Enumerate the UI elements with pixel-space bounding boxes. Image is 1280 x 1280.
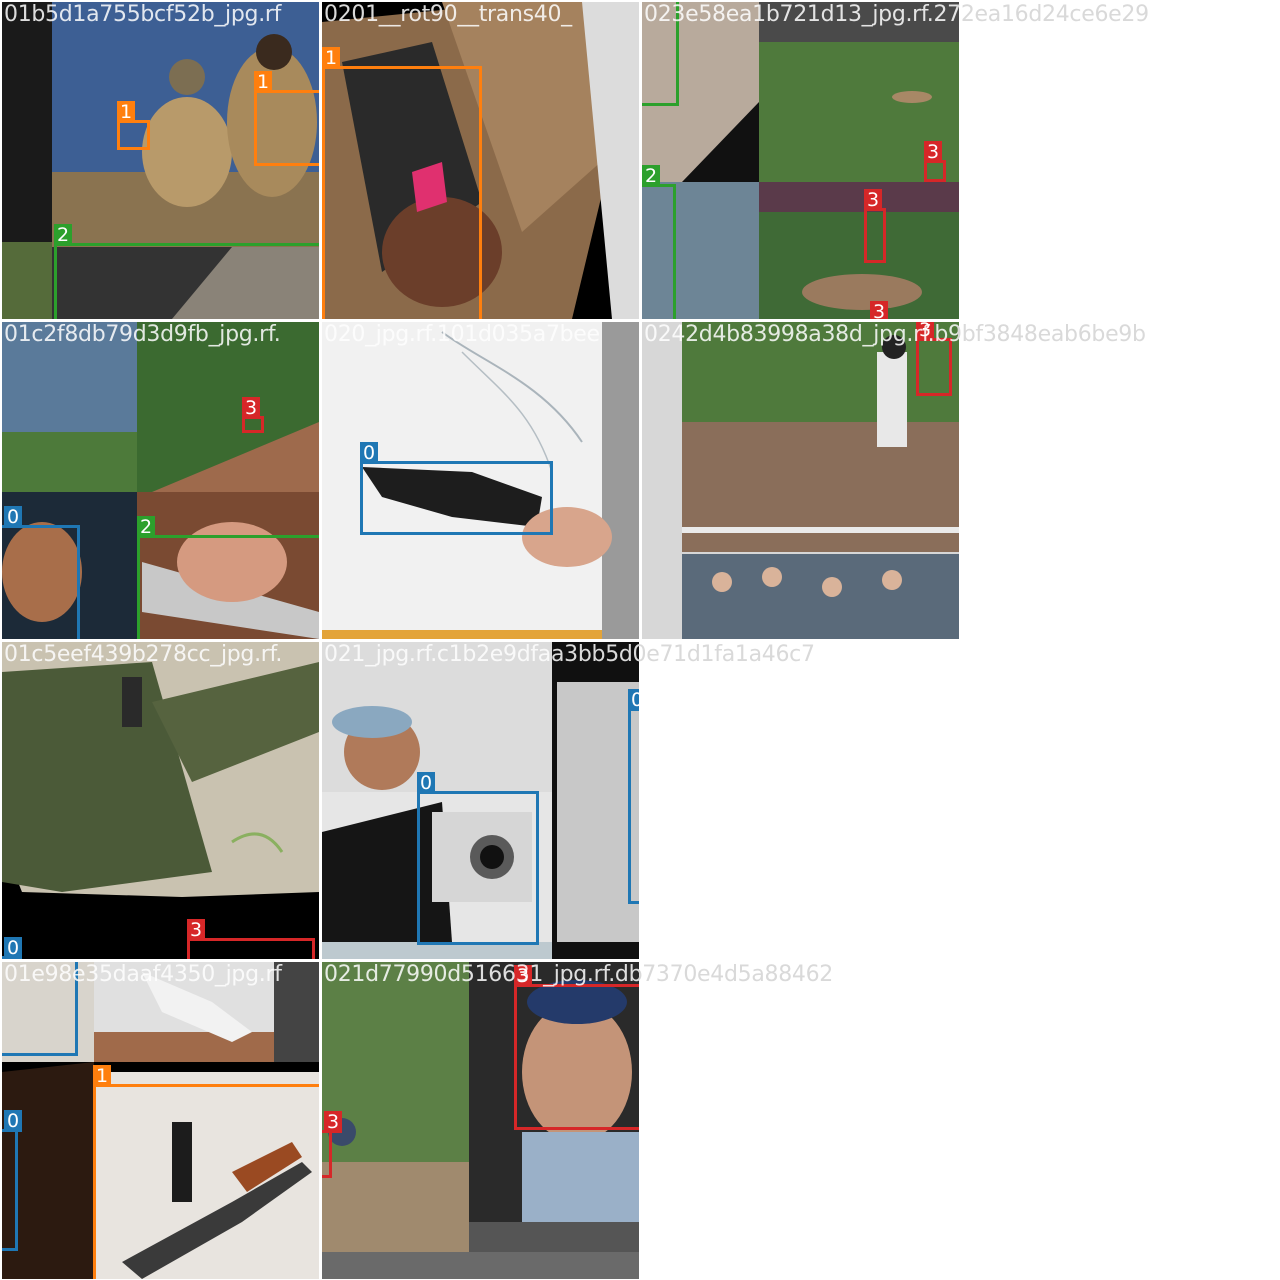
tile-filename: 021d77990d516631_jpg.rf.db7370e4d5a88462: [324, 962, 639, 987]
tile-filename: 01e98e35daaf4350_jpg.rf: [4, 962, 282, 987]
image-tile-2: 0201__rot90__trans40_ 1: [322, 2, 639, 319]
scene-baseball-field: [642, 2, 959, 319]
bbox-label: 1: [322, 47, 341, 69]
tile-filename: 0201__rot90__trans40_: [324, 2, 572, 27]
bbox-class-1: 1: [117, 101, 150, 150]
bbox-class-1: 1: [322, 47, 482, 319]
bbox-class-3: 3: [514, 965, 639, 1130]
bbox-class-1: 1: [254, 71, 319, 166]
image-tile-8: 021_jpg.rf.c1b2e9dfaa3bb5d0e71d1fa1a46c7…: [322, 642, 639, 959]
tile-filename: 023e58ea1b721d13_jpg.rf.272ea16d24ce6e29: [644, 2, 959, 27]
bbox-label: 0: [417, 772, 436, 794]
bbox-label: 0: [4, 1110, 23, 1132]
bbox-label: 0: [628, 689, 639, 711]
bbox-label: 0: [4, 506, 23, 528]
bbox-class-3: 3: [242, 397, 264, 433]
bbox-class-2: 2: [54, 224, 319, 319]
tile-filename: 020_jpg.rf.101d035a7bee: [324, 322, 600, 347]
bbox-label: 2: [54, 224, 73, 246]
bbox-class-0: 0: [628, 689, 639, 904]
bbox-class-0: 0: [2, 506, 80, 639]
tile-filename: 021_jpg.rf.c1b2e9dfaa3bb5d0e71d1fa1a46c7: [324, 642, 639, 667]
tile-filename: 01c2f8db79d3d9fb_jpg.rf.: [4, 322, 281, 347]
bbox-label: 3: [870, 301, 889, 319]
bbox-label: 3: [924, 141, 943, 163]
bbox-label: 0: [360, 442, 379, 464]
image-tile-4: 01c2f8db79d3d9fb_jpg.rf. 3 0 2: [2, 322, 319, 639]
bbox-class-2: 2: [642, 165, 676, 319]
image-tile-5: 020_jpg.rf.101d035a7bee 0: [322, 322, 639, 639]
tile-filename: 0242d4b83998a38d_jpg.rf.b9bf3848eab6be9b: [644, 322, 959, 347]
image-tile-6: 0242d4b83998a38d_jpg.rf.b9bf3848eab6be9b…: [642, 322, 959, 639]
bbox-class-1: 1: [93, 1065, 319, 1279]
image-tile-9: 01e98e35daaf4350_jpg.rf 1 0 0: [2, 962, 319, 1279]
bbox-class-3: 3: [924, 141, 946, 182]
bbox-label: 1: [93, 1065, 112, 1087]
bbox-class-0: 0: [2, 937, 23, 959]
tile-filename: 01b5d1a755bcf52b_jpg.rf: [4, 2, 282, 27]
bbox-label: 3: [864, 189, 883, 211]
bbox-label: 2: [642, 165, 661, 187]
scene-batter: [642, 322, 959, 639]
bbox-label: 3: [324, 1111, 343, 1133]
bbox-class-3: 3: [187, 919, 315, 959]
bbox-class-3: 3: [864, 189, 886, 263]
bbox-class-2: 2: [137, 516, 319, 639]
bbox-label: 0: [4, 937, 23, 959]
image-tile-1: 01b5d1a755bcf52b_jpg.rf 1 1 2: [2, 2, 319, 319]
image-tile-10: 021d77990d516631_jpg.rf.db7370e4d5a88462…: [322, 962, 639, 1279]
bbox-label: 2: [137, 516, 156, 538]
bbox-class-0: 0: [2, 1110, 23, 1251]
bbox-class-0: 0: [417, 772, 539, 945]
bbox-label: 1: [254, 71, 273, 93]
bbox-label: 1: [117, 101, 136, 123]
image-tile-7: 01c5eef439b278cc_jpg.rf. 0 3: [2, 642, 319, 959]
bbox-class-3: 3: [322, 1111, 343, 1178]
bbox-label: 3: [242, 397, 261, 419]
bbox-class-0: 0: [360, 442, 553, 535]
tile-filename: 01c5eef439b278cc_jpg.rf.: [4, 642, 283, 667]
bbox-label: 3: [187, 919, 206, 941]
scene-soldier-rifle: [2, 642, 319, 959]
image-tile-3: 023e58ea1b721d13_jpg.rf.272ea16d24ce6e29…: [642, 2, 959, 319]
